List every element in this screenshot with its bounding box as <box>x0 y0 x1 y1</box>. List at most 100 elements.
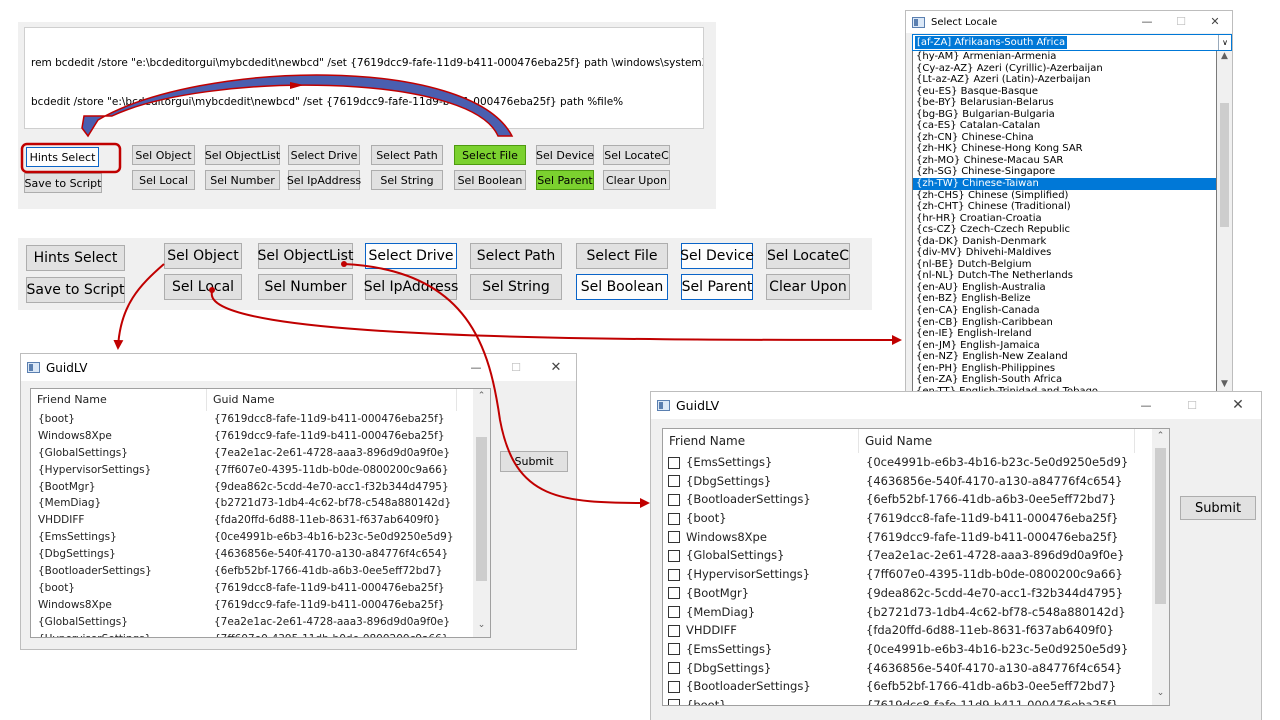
locale-list-item[interactable]: {zh-SG} Chinese-Singapore <box>913 166 1216 178</box>
scroll-down-icon[interactable]: ⌄ <box>1152 688 1169 705</box>
row-checkbox[interactable] <box>668 549 680 562</box>
clear-upon-button-large[interactable]: Clear Upon <box>766 274 850 300</box>
listview-scrollbar[interactable]: ⌃ ⌄ <box>1152 429 1169 705</box>
locale-list-item[interactable]: {nl-BE} Dutch-Belgium <box>913 259 1216 271</box>
locale-list-item[interactable]: {en-ZA} English-South Africa <box>913 374 1216 386</box>
table-row[interactable]: {GlobalSettings} {7ea2e1ac-2e61-4728-aaa3… <box>663 546 1152 565</box>
select-drive-button-large[interactable]: Select Drive <box>365 243 457 269</box>
table-row[interactable]: Windows8Xpe {7619dcc9-fafe-11d9-b411-0004… <box>663 528 1152 547</box>
hints-select-button[interactable]: Hints Select <box>26 147 99 167</box>
minimize-icon[interactable]: — <box>1123 392 1169 419</box>
row-checkbox[interactable] <box>668 568 680 581</box>
locale-list-item[interactable]: {en-CB} English-Caribbean <box>913 317 1216 329</box>
select-path-button[interactable]: Select Path <box>371 145 443 165</box>
table-row[interactable]: {boot} {7619dcc8-fafe-11d9-b411-000476eba… <box>31 411 473 428</box>
command-textbox[interactable]: rem bcdedit /store "e:\bcdeditorgui\mybc… <box>24 27 704 129</box>
close-icon[interactable]: ✕ <box>1215 392 1261 419</box>
table-row[interactable]: {EmsSettings} {0ce4991b-e6b3-4b16-b23c-5e… <box>31 529 473 546</box>
clear-upon-button[interactable]: Clear Upon <box>603 170 670 190</box>
table-row[interactable]: {MemDiag} {b2721d73-1db4-4c62-bf78-c548a8… <box>31 495 473 512</box>
sel-ipaddress-button-large[interactable]: Sel IpAddress <box>364 274 458 300</box>
scroll-thumb[interactable] <box>1155 448 1166 604</box>
table-row[interactable]: {HypervisorSettings}{7ff607e0-4395-11db-… <box>663 565 1152 584</box>
table-row[interactable]: {HypervisorSettings}{7ff607e0-4395-11db-… <box>31 631 473 637</box>
guid-name-column-header[interactable]: Guid Name <box>207 389 457 411</box>
locale-combobox[interactable]: [af-ZA] Afrikaans-South Africa ∨ <box>912 34 1232 51</box>
select-file-button[interactable]: Select File <box>454 145 526 165</box>
submit-button[interactable]: Submit <box>1180 496 1256 520</box>
table-row[interactable]: {DbgSettings} {4636856e-540f-4170-a130-a8… <box>31 546 473 563</box>
sel-number-button-large[interactable]: Sel Number <box>258 274 353 300</box>
sel-device-button-large[interactable]: Sel Device <box>680 243 754 269</box>
sel-boolean-button-large[interactable]: Sel Boolean <box>576 274 668 300</box>
locale-list-item[interactable]: {nl-NL} Dutch-The Netherlands <box>913 270 1216 282</box>
locale-list-item[interactable]: {Cy-az-AZ} Azeri (Cyrillic)-Azerbaijan <box>913 63 1216 75</box>
table-row[interactable]: {DbgSettings} {4636856e-540f-4170-a130-a8… <box>663 659 1152 678</box>
sel-objectlist-button[interactable]: Sel ObjectList <box>205 145 280 165</box>
row-checkbox[interactable] <box>668 475 680 488</box>
row-checkbox[interactable] <box>668 456 680 469</box>
table-row[interactable]: {BootMgr} {9dea862c-5cdd-4e70-acc1-f32b34… <box>663 584 1152 603</box>
minimize-icon[interactable]: — <box>1130 11 1164 33</box>
locale-list-item[interactable]: {en-AU} English-Australia <box>913 282 1216 294</box>
table-row[interactable]: {BootloaderSettings} {6efb52bf-1766-41db-… <box>663 677 1152 696</box>
table-row[interactable]: {GlobalSettings} {7ea2e1ac-2e61-4728-aaa3… <box>31 445 473 462</box>
locale-list-item[interactable]: {ca-ES} Catalan-Catalan <box>913 120 1216 132</box>
locale-list-item[interactable]: {div-MV} Dhivehi-Maldives <box>913 247 1216 259</box>
table-row[interactable]: {BootMgr} {9dea862c-5cdd-4e70-acc1-f32b34… <box>31 479 473 496</box>
locale-list-item[interactable]: {zh-HK} Chinese-Hong Kong SAR <box>913 143 1216 155</box>
table-row[interactable]: {GlobalSettings} {7ea2e1ac-2e61-4728-aaa3… <box>31 614 473 631</box>
locale-list-item[interactable]: {zh-CN} Chinese-China <box>913 132 1216 144</box>
locale-list-item[interactable]: {zh-MO} Chinese-Macau SAR <box>913 155 1216 167</box>
scroll-up-icon[interactable]: ▲ <box>1217 51 1232 65</box>
friend-name-column-header[interactable]: Friend Name <box>31 389 207 411</box>
guid-name-column-header[interactable]: Guid Name <box>859 429 1135 453</box>
sel-local-button-large[interactable]: Sel Local <box>164 274 242 300</box>
table-row[interactable]: {EmsSettings} {0ce4991b-e6b3-4b16-b23c-5e… <box>663 453 1152 472</box>
locale-list-item[interactable]: {cs-CZ} Czech-Czech Republic <box>913 224 1216 236</box>
hints-select-button-large[interactable]: Hints Select <box>26 245 125 271</box>
sel-parent-button-large[interactable]: Sel Parent <box>681 274 753 300</box>
sel-object-button-large[interactable]: Sel Object <box>164 243 242 269</box>
locale-list-item[interactable]: {zh-CHS} Chinese (Simplified) <box>913 190 1216 202</box>
locale-list-item[interactable]: {en-BZ} English-Belize <box>913 293 1216 305</box>
close-icon[interactable]: ✕ <box>1198 11 1232 33</box>
sel-device-button[interactable]: Sel Device <box>536 145 594 165</box>
locale-dropdown-list[interactable]: {hy-AM} Armenian-Armenia {Cy-az-AZ} Azeri… <box>912 51 1217 393</box>
table-row[interactable]: {boot} {7619dcc8-fafe-11d9-b411-000476eba… <box>663 696 1152 705</box>
table-row[interactable]: {BootloaderSettings} {6efb52bf-1766-41db-… <box>663 490 1152 509</box>
select-file-button-large[interactable]: Select File <box>576 243 668 269</box>
locale-list-item[interactable]: {hr-HR} Croatian-Croatia <box>913 213 1216 225</box>
locale-list-item[interactable]: {en-NZ} English-New Zealand <box>913 351 1216 363</box>
maximize-icon[interactable]: ☐ <box>496 354 536 381</box>
row-checkbox[interactable] <box>668 643 680 656</box>
row-checkbox[interactable] <box>668 624 680 637</box>
row-checkbox[interactable] <box>668 512 680 525</box>
friend-name-column-header[interactable]: Friend Name <box>663 429 859 453</box>
locale-list-item[interactable]: {en-JM} English-Jamaica <box>913 340 1216 352</box>
table-row[interactable]: {boot} {7619dcc8-fafe-11d9-b411-000476eba… <box>663 509 1152 528</box>
save-to-script-button[interactable]: Save to Script <box>24 173 102 193</box>
table-row[interactable]: Windows8Xpe {7619dcc9-fafe-11d9-b411-0004… <box>31 597 473 614</box>
sel-local-button[interactable]: Sel Local <box>132 170 195 190</box>
close-icon[interactable]: ✕ <box>536 354 576 381</box>
maximize-icon[interactable]: ☐ <box>1164 11 1198 33</box>
sel-number-button[interactable]: Sel Number <box>205 170 280 190</box>
locale-list-item[interactable]: {zh-TW} Chinese-Taiwan <box>913 178 1216 190</box>
select-drive-button[interactable]: Select Drive <box>288 145 360 165</box>
maximize-icon[interactable]: ☐ <box>1169 392 1215 419</box>
row-checkbox[interactable] <box>668 662 680 675</box>
locale-scrollbar[interactable]: ▲ ▼ <box>1217 51 1232 393</box>
chevron-down-icon[interactable]: ∨ <box>1218 35 1231 50</box>
locale-list-item[interactable]: {hy-AM} Armenian-Armenia <box>913 51 1216 63</box>
locale-list-item[interactable]: {en-CA} English-Canada <box>913 305 1216 317</box>
row-checkbox[interactable] <box>668 493 680 506</box>
row-checkbox[interactable] <box>668 680 680 693</box>
guid-listview-right[interactable]: Friend Name Guid Name {EmsSettings} {0ce4… <box>662 428 1170 706</box>
table-row[interactable]: VHDDIFF {fda20ffd-6d88-11eb-8631-f637ab64… <box>663 621 1152 640</box>
locale-list-item[interactable]: {zh-CHT} Chinese (Traditional) <box>913 201 1216 213</box>
table-row[interactable]: VHDDIFF {fda20ffd-6d88-11eb-8631-f637ab64… <box>31 512 473 529</box>
table-row[interactable]: Windows8Xpe {7619dcc9-fafe-11d9-b411-0004… <box>31 428 473 445</box>
locale-list-item[interactable]: {en-PH} English-Philippines <box>913 363 1216 375</box>
minimize-icon[interactable]: — <box>456 354 496 381</box>
